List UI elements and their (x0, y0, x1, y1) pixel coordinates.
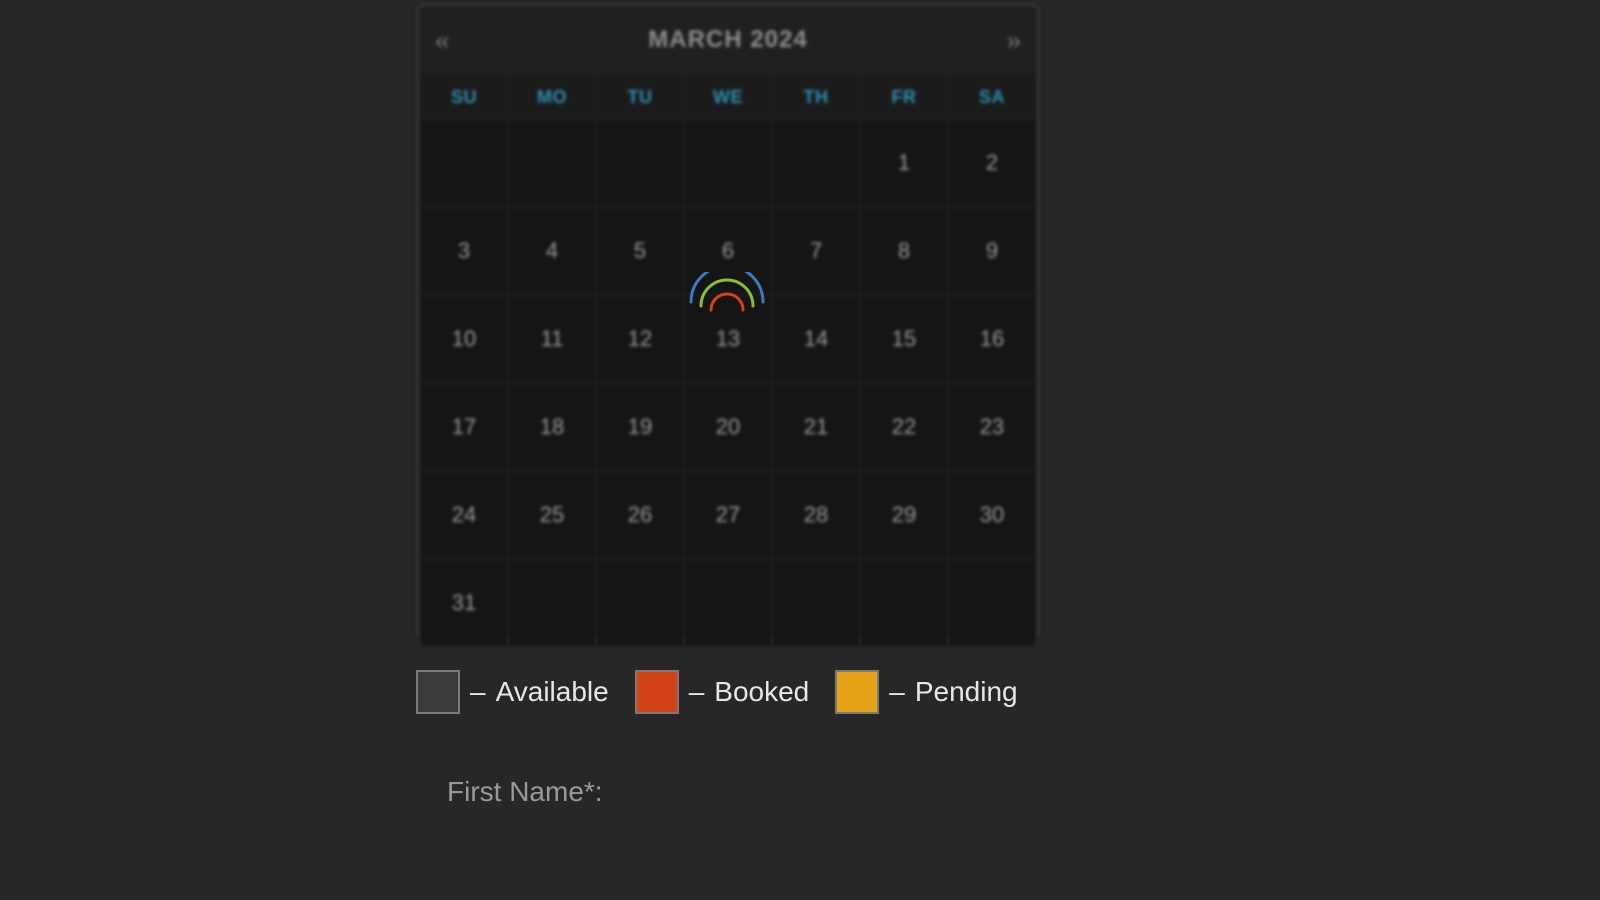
calendar-day[interactable]: 17 (421, 384, 507, 470)
weekday-heading: FR (861, 76, 947, 118)
calendar-day[interactable]: 8 (861, 208, 947, 294)
calendar-day[interactable]: 23 (949, 384, 1035, 470)
weekday-heading: TH (773, 76, 859, 118)
legend-label: Pending (915, 676, 1018, 708)
calendar-day[interactable]: 3 (421, 208, 507, 294)
calendar-day-empty (685, 560, 771, 646)
calendar-day-empty (773, 560, 859, 646)
swatch-booked-icon (635, 670, 679, 714)
calendar-day-empty (949, 560, 1035, 646)
calendar-day[interactable]: 16 (949, 296, 1035, 382)
calendar-day[interactable]: 31 (421, 560, 507, 646)
calendar-day[interactable]: 9 (949, 208, 1035, 294)
calendar-day[interactable]: 22 (861, 384, 947, 470)
swatch-pending-icon (835, 670, 879, 714)
calendar-day[interactable]: 27 (685, 472, 771, 558)
calendar-day[interactable]: 5 (597, 208, 683, 294)
legend-item-available: – Available (416, 670, 609, 714)
prev-month-button[interactable]: « (425, 23, 459, 57)
calendar-day[interactable]: 2 (949, 120, 1035, 206)
weekday-heading: WE (685, 76, 771, 118)
calendar-day[interactable]: 18 (509, 384, 595, 470)
calendar-day[interactable]: 24 (421, 472, 507, 558)
calendar-day-empty (597, 560, 683, 646)
calendar-day-empty (685, 120, 771, 206)
calendar-title: MARCH 2024 (648, 26, 807, 54)
legend-sep: – (689, 676, 705, 708)
first-name-label: First Name*: (447, 776, 603, 808)
calendar-grid: SU MO TU WE TH FR SA 1 2 3 4 5 6 7 8 9 1… (419, 76, 1037, 638)
legend-item-pending: – Pending (835, 670, 1017, 714)
calendar-day[interactable]: 13 (685, 296, 771, 382)
calendar-day[interactable]: 25 (509, 472, 595, 558)
calendar-day[interactable]: 1 (861, 120, 947, 206)
calendar-day[interactable]: 10 (421, 296, 507, 382)
calendar-day-empty (861, 560, 947, 646)
calendar-day[interactable]: 12 (597, 296, 683, 382)
calendar-day[interactable]: 4 (509, 208, 595, 294)
weekday-heading: TU (597, 76, 683, 118)
calendar-day[interactable]: 15 (861, 296, 947, 382)
next-month-button[interactable]: » (997, 23, 1031, 57)
legend-label: Available (496, 676, 609, 708)
calendar-day-empty (773, 120, 859, 206)
calendar-day[interactable]: 11 (509, 296, 595, 382)
calendar-day[interactable]: 30 (949, 472, 1035, 558)
calendar-day-empty (597, 120, 683, 206)
calendar-day[interactable]: 19 (597, 384, 683, 470)
calendar-day[interactable]: 29 (861, 472, 947, 558)
calendar-day[interactable]: 20 (685, 384, 771, 470)
legend-sep: – (889, 676, 905, 708)
booking-calendar: « MARCH 2024 » SU MO TU WE TH FR SA 1 2 … (417, 4, 1039, 640)
calendar-day[interactable]: 14 (773, 296, 859, 382)
calendar-header: « MARCH 2024 » (419, 6, 1037, 76)
weekday-heading: SU (421, 76, 507, 118)
calendar-day[interactable]: 6 (685, 208, 771, 294)
legend-item-booked: – Booked (635, 670, 810, 714)
calendar-day[interactable]: 26 (597, 472, 683, 558)
swatch-available-icon (416, 670, 460, 714)
calendar-day[interactable]: 21 (773, 384, 859, 470)
availability-legend: – Available – Booked – Pending (416, 670, 1018, 714)
calendar-day-empty (509, 560, 595, 646)
calendar-day-empty (421, 120, 507, 206)
calendar-day[interactable]: 7 (773, 208, 859, 294)
legend-label: Booked (714, 676, 809, 708)
calendar-day[interactable]: 28 (773, 472, 859, 558)
legend-sep: – (470, 676, 486, 708)
calendar-day-empty (509, 120, 595, 206)
weekday-heading: MO (509, 76, 595, 118)
weekday-heading: SA (949, 76, 1035, 118)
